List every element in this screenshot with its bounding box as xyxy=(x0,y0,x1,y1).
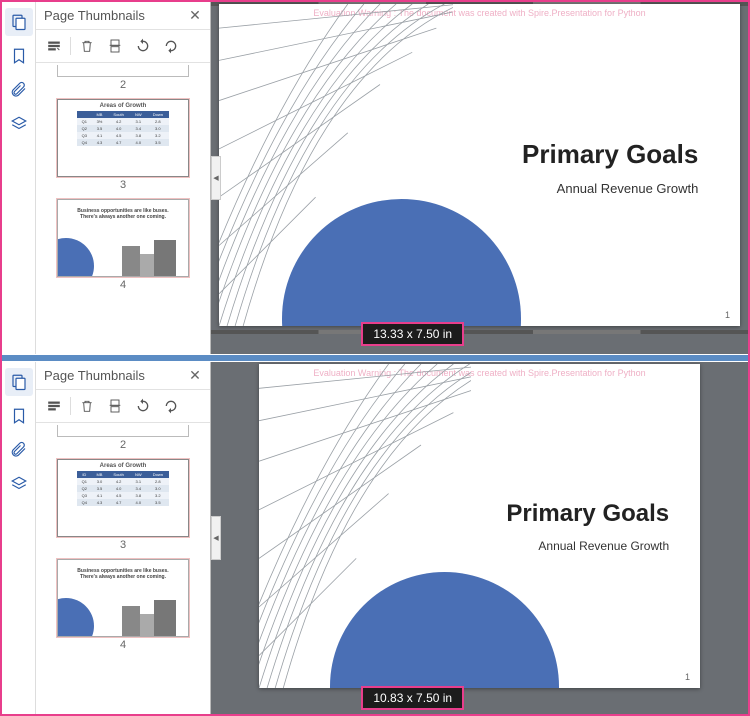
pdf-viewer-bottom: Page Thumbnails ✕ 2 Areas of Growth IDMB… xyxy=(2,362,748,714)
document-area[interactable]: Evaluation Warning : The document was cr… xyxy=(211,362,748,714)
page-number: 1 xyxy=(685,672,690,682)
page-number: 1 xyxy=(725,310,730,320)
page-dimensions-label: 13.33 x 7.50 in xyxy=(361,322,464,346)
rotate-ccw-icon[interactable] xyxy=(131,394,155,418)
thumbnail-toolbar xyxy=(36,30,210,63)
thumbnail-label: 2 xyxy=(44,437,202,459)
pdf-viewer-top: Page Thumbnails ✕ 2 Areas of Growth MBSo… xyxy=(2,2,748,354)
layers-tab-icon[interactable] xyxy=(5,110,33,138)
thumbnail-label: 2 xyxy=(44,77,202,99)
bookmarks-tab-icon[interactable] xyxy=(5,42,33,70)
panel-title: Page Thumbnails xyxy=(44,8,188,23)
collapse-handle-icon[interactable] xyxy=(211,516,221,560)
rotate-ccw-icon[interactable] xyxy=(131,34,155,58)
thumbnail-page-3[interactable]: Areas of Growth MBSouthNWDownQ13%4.23.12… xyxy=(57,99,189,177)
thumbnail-page-3[interactable]: Areas of Growth IDMBSouthNWDownQ13.04.23… xyxy=(57,459,189,537)
options-menu-icon[interactable] xyxy=(42,394,66,418)
thumbnails-tab-icon[interactable] xyxy=(5,368,33,396)
collapse-handle-icon[interactable] xyxy=(211,156,221,200)
thumbnails-panel: Page Thumbnails ✕ 2 Areas of Growth MBSo… xyxy=(36,2,211,354)
slide-title: Primary Goals xyxy=(506,500,669,528)
page-dimensions-label: 10.83 x 7.50 in xyxy=(361,686,464,710)
slide-title: Primary Goals xyxy=(522,139,698,170)
comparison-divider xyxy=(2,354,748,362)
page-view: Evaluation Warning : The document was cr… xyxy=(259,364,700,688)
ruler xyxy=(211,330,748,334)
slide-subtitle: Annual Revenue Growth xyxy=(538,539,669,553)
navigation-rail xyxy=(2,362,36,714)
thumbnail-page-4[interactable]: Business opportunities are like buses. T… xyxy=(57,559,189,637)
thumbnail-page-2-partial[interactable] xyxy=(57,65,189,77)
extract-icon[interactable] xyxy=(103,34,127,58)
navigation-rail xyxy=(2,2,36,354)
attachments-tab-icon[interactable] xyxy=(5,76,33,104)
thumbnail-list[interactable]: 2 Areas of Growth IDMBSouthNWDownQ13.04.… xyxy=(36,423,210,714)
thumbnail-page-2-partial[interactable] xyxy=(57,425,189,437)
panel-title: Page Thumbnails xyxy=(44,368,188,383)
layers-tab-icon[interactable] xyxy=(5,470,33,498)
attachments-tab-icon[interactable] xyxy=(5,436,33,464)
rotate-cw-icon[interactable] xyxy=(159,34,183,58)
thumbnails-tab-icon[interactable] xyxy=(5,8,33,36)
extract-icon[interactable] xyxy=(103,394,127,418)
slide-subtitle: Annual Revenue Growth xyxy=(557,181,699,196)
thumbnail-label: 3 xyxy=(44,177,202,199)
options-menu-icon[interactable] xyxy=(42,34,66,58)
thumbnail-toolbar xyxy=(36,390,210,423)
thumbnail-label: 4 xyxy=(44,637,202,659)
delete-icon[interactable] xyxy=(75,394,99,418)
thumbnail-label: 4 xyxy=(44,277,202,299)
page-view: Evaluation Warning : The document was cr… xyxy=(219,4,740,326)
thumbnail-list[interactable]: 2 Areas of Growth MBSouthNWDownQ13%4.23.… xyxy=(36,63,210,354)
thumbnail-page-4[interactable]: Business opportunities are like buses. T… xyxy=(57,199,189,277)
bookmarks-tab-icon[interactable] xyxy=(5,402,33,430)
thumbnails-panel: Page Thumbnails ✕ 2 Areas of Growth IDMB… xyxy=(36,362,211,714)
document-area[interactable]: Evaluation Warning : The document was cr… xyxy=(211,2,748,354)
rotate-cw-icon[interactable] xyxy=(159,394,183,418)
delete-icon[interactable] xyxy=(75,34,99,58)
thumbnail-label: 3 xyxy=(44,537,202,559)
close-panel-icon[interactable]: ✕ xyxy=(188,9,202,23)
close-panel-icon[interactable]: ✕ xyxy=(188,369,202,383)
